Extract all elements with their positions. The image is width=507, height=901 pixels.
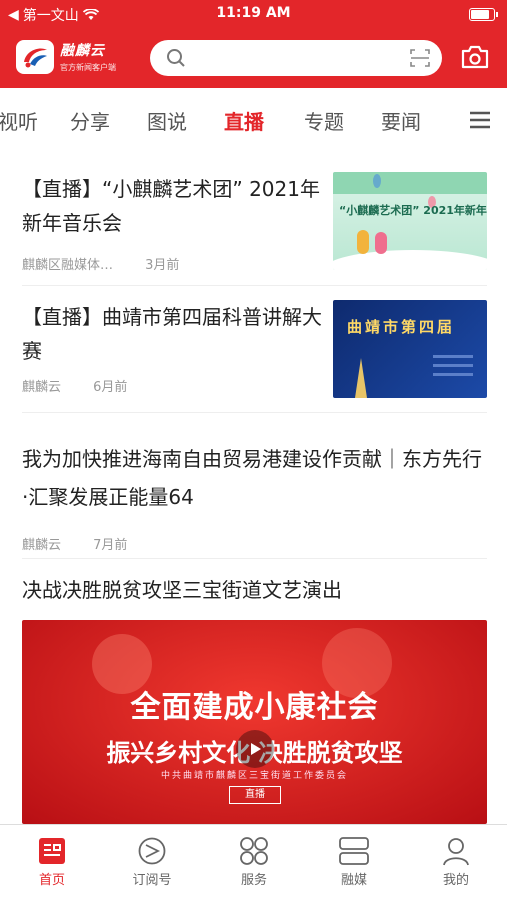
tab-item[interactable]: 要闻 <box>381 106 421 135</box>
live-tag: 直播 <box>229 786 281 804</box>
article-time: 3月前 <box>145 258 180 273</box>
article-meta: 麒麟云 6月前 <box>22 376 322 395</box>
cloud-shape <box>333 250 487 270</box>
category-tabs: 视听 分享 图说 直播 专题 要闻 <box>0 88 507 150</box>
nav-home[interactable]: 首页 <box>12 833 92 888</box>
balloon-icon <box>373 174 381 188</box>
article-thumbnail[interactable]: “小麒麟艺术团” 2021年新年音乐会 <box>333 172 487 270</box>
thumbnail-header <box>333 172 487 194</box>
article-source: 麒麟云 <box>22 538 62 553</box>
nav-label: 订阅号 <box>132 873 172 888</box>
article-meta: 麒麟云 7月前 <box>22 534 487 553</box>
article-source: 麒麟云 <box>22 380 62 395</box>
article-title: 决战决胜脱贫攻坚三宝街道文艺演出 <box>22 578 342 602</box>
clock: 11:19 AM <box>216 5 291 21</box>
tab-item[interactable]: 分享 <box>70 106 110 135</box>
bottom-navigation: 首页 订阅号 服务 融媒 我的 <box>0 824 507 901</box>
nav-label: 服务 <box>240 873 267 888</box>
app-header: ◀ 第一文山 11:19 AM 融麟云 官方新闻客户端 <box>0 0 507 88</box>
text-line <box>433 373 473 376</box>
tab-fade <box>420 88 465 150</box>
nav-services[interactable]: 服务 <box>214 833 294 888</box>
nav-label: 融媒 <box>340 873 367 888</box>
article-item[interactable]: 我为加快推进海南自由贸易港建设作贡献｜东方先行·汇聚发展正能量64 麒麟云 7月… <box>22 440 487 553</box>
divider <box>22 558 487 559</box>
nav-label: 我的 <box>442 873 469 888</box>
article-time: 6月前 <box>93 380 128 395</box>
article-title: 【直播】“小麒麟艺术团” 2021年新年音乐会 <box>22 177 320 235</box>
subscribe-icon <box>112 833 192 869</box>
status-bar: ◀ 第一文山 11:19 AM <box>0 0 507 28</box>
search-bar[interactable] <box>150 40 442 76</box>
thumbnail-text: 曲靖市第四届 <box>347 318 456 336</box>
media-icon <box>314 833 394 869</box>
menu-icon[interactable] <box>468 110 492 130</box>
child-figure <box>375 232 387 254</box>
camera-icon[interactable] <box>460 44 490 70</box>
app-slogan: 官方新闻客户端 <box>60 63 116 72</box>
article-time: 7月前 <box>93 538 128 553</box>
news-icon <box>12 833 92 869</box>
tab-item[interactable]: 视听 <box>0 106 38 135</box>
banner-headline: 全面建成小康社会 <box>130 690 379 725</box>
child-figure <box>357 230 369 254</box>
search-input[interactable] <box>194 46 398 72</box>
play-icon[interactable] <box>236 730 274 768</box>
tab-item[interactable]: 图说 <box>147 106 187 135</box>
tab-item[interactable]: 专题 <box>304 106 344 135</box>
article-meta: 麒麟区融媒体… 3月前 <box>22 254 322 273</box>
article-item[interactable]: 【直播】“小麒麟艺术团” 2021年新年音乐会 麒麟区融媒体… 3月前 <box>22 172 322 273</box>
profile-icon <box>416 833 496 869</box>
article-item[interactable]: 【直播】曲靖市第四届科普讲解大赛 麒麟云 6月前 <box>22 300 322 395</box>
search-icon <box>167 49 185 67</box>
nav-media[interactable]: 融媒 <box>314 833 394 888</box>
app-name: 融麟云 <box>60 43 105 59</box>
nav-profile[interactable]: 我的 <box>416 833 496 888</box>
brand: 融麟云 官方新闻客户端 <box>60 40 116 73</box>
services-icon <box>214 833 294 869</box>
battery-icon <box>469 8 498 21</box>
divider <box>22 412 487 413</box>
text-line <box>433 355 473 358</box>
thumbnail-text: “小麒麟艺术团” 2021年新年音乐会 <box>339 204 487 217</box>
article-thumbnail[interactable]: 曲靖市第四届 <box>333 300 487 398</box>
video-banner[interactable]: 全面建成小康社会 振兴乡村文化 决胜脱贫攻坚 中共曲靖市麒麟区三宝街道工作委员会… <box>22 620 487 824</box>
nav-label: 首页 <box>38 873 65 888</box>
article-title: 我为加快推进海南自由贸易港建设作贡献｜东方先行·汇聚发展正能量64 <box>22 447 482 509</box>
tab-item-active[interactable]: 直播 <box>224 106 264 135</box>
divider <box>22 285 487 286</box>
text-line <box>433 364 473 367</box>
article-source: 麒麟区融媒体… <box>22 258 114 273</box>
article-item[interactable]: 决战决胜脱贫攻坚三宝街道文艺演出 <box>22 573 487 607</box>
nav-subscribe[interactable]: 订阅号 <box>112 833 192 888</box>
article-title: 【直播】曲靖市第四届科普讲解大赛 <box>22 305 322 363</box>
app-logo[interactable] <box>16 40 54 74</box>
scan-icon[interactable] <box>410 49 430 67</box>
pagoda-shape <box>355 358 367 398</box>
banner-organization: 中共曲靖市麒麟区三宝街道工作委员会 <box>160 771 348 781</box>
